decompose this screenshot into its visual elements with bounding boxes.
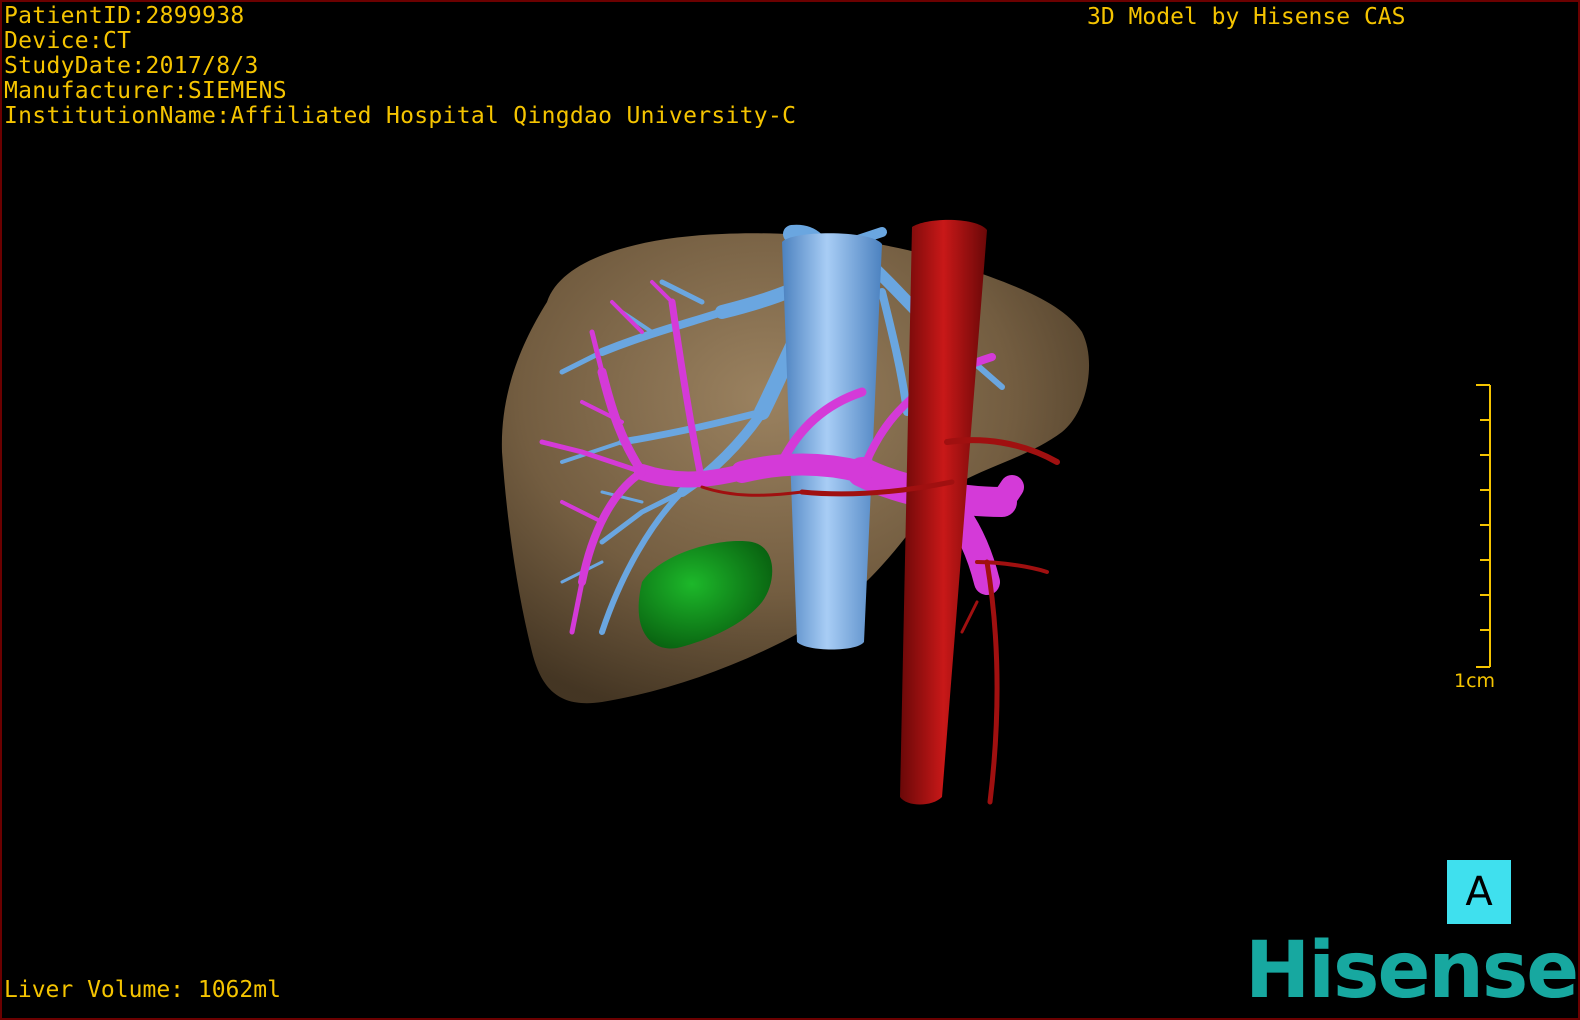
institution-label: InstitutionName:Affiliated Hospital Qing…	[4, 103, 797, 129]
manufacturer-label: Manufacturer:SIEMENS	[4, 78, 287, 104]
3d-render-canvas[interactable]	[2, 2, 1578, 1018]
view-orientation-button[interactable]: A	[1447, 860, 1511, 924]
device-label: Device:CT	[4, 28, 132, 54]
patient-id-label: PatientID:2899938	[4, 3, 245, 29]
study-date-label: StudyDate:2017/8/3	[4, 53, 259, 79]
scale-label: 1cm	[1454, 670, 1496, 692]
model-credit-label: 3D Model by Hisense CAS	[1087, 4, 1406, 30]
liver-volume-label: Liver Volume: 1062ml	[4, 977, 281, 1003]
hisense-logo: Hisense	[1245, 926, 1578, 1016]
scale-bar	[1476, 384, 1491, 668]
3d-viewer-viewport[interactable]: PatientID:2899938 Device:CT StudyDate:20…	[0, 0, 1580, 1020]
